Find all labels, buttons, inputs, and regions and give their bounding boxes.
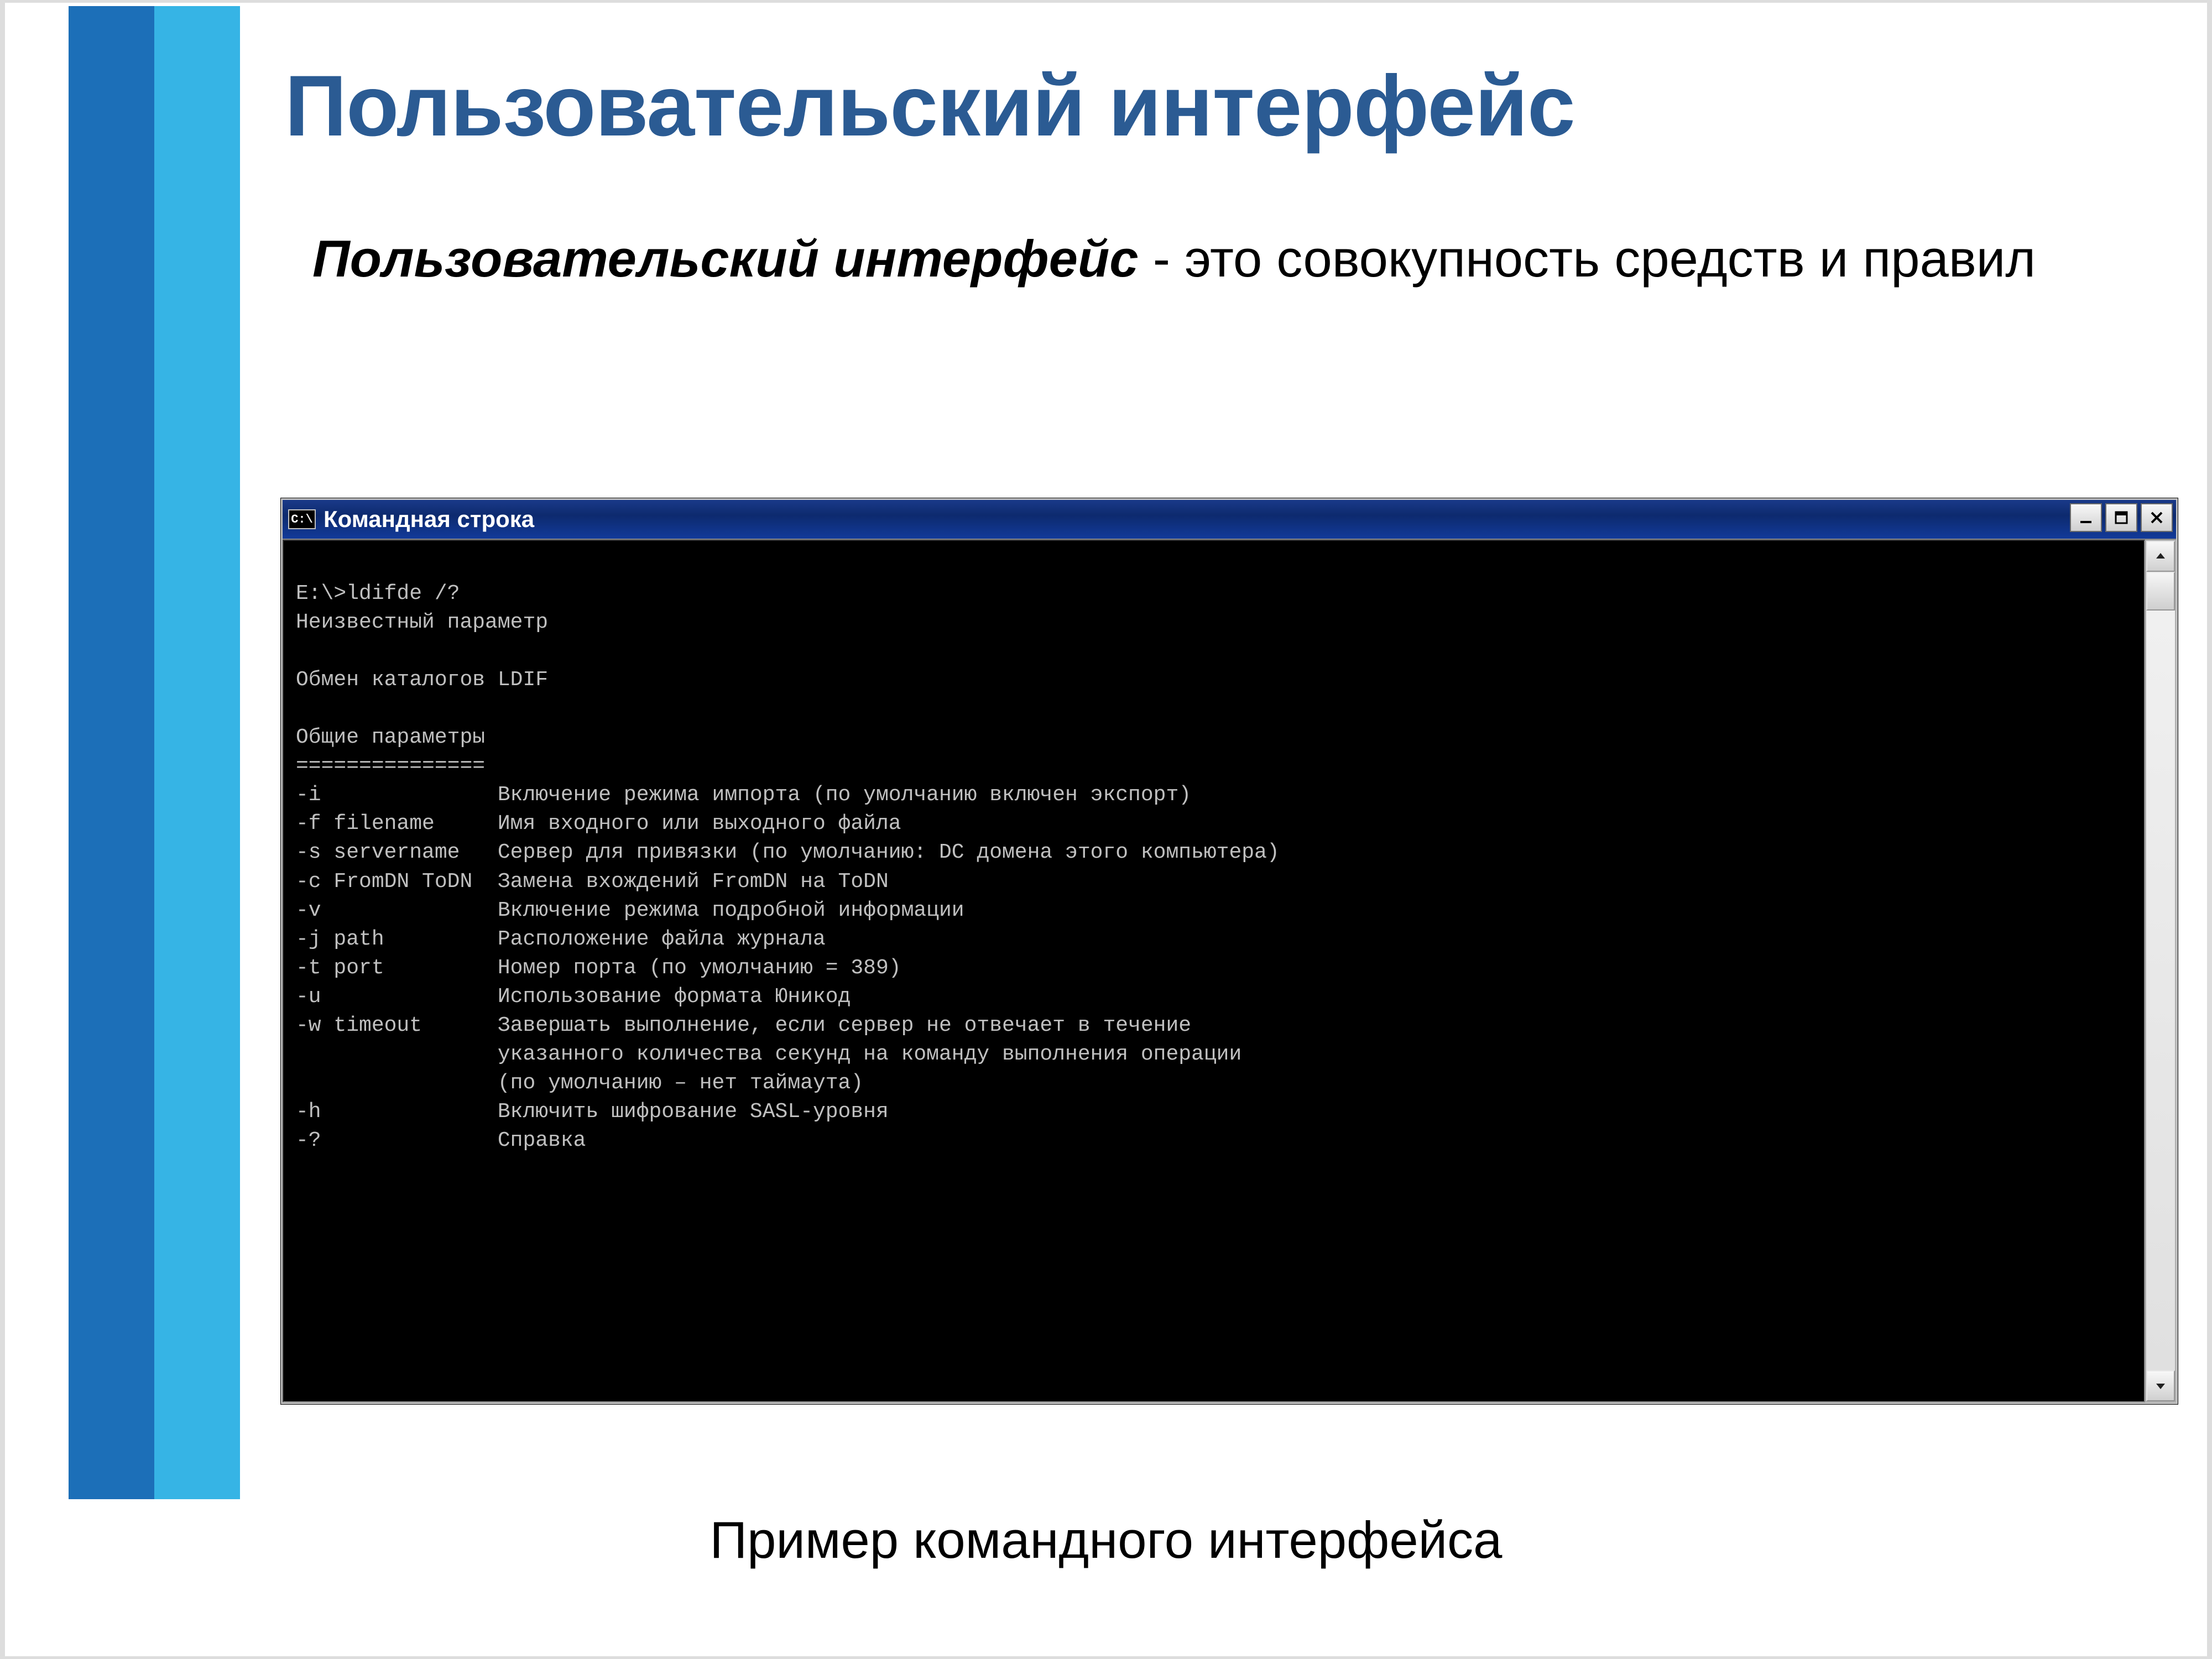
slide: Пользовательский интерфейс Пользовательс… — [8, 6, 2204, 1653]
minimize-button[interactable] — [2070, 503, 2102, 532]
scroll-thumb[interactable] — [2146, 572, 2175, 611]
cmd-body-row: E:\>ldifde /? Неизвестный параметр Обмен… — [283, 539, 2176, 1402]
accent-bars — [69, 6, 240, 1499]
scroll-up-button[interactable] — [2146, 541, 2175, 572]
scroll-track[interactable] — [2146, 611, 2175, 1370]
cmd-output[interactable]: E:\>ldifde /? Неизвестный параметр Обмен… — [283, 540, 2145, 1402]
chevron-down-icon — [2154, 1379, 2167, 1392]
cmd-window-title: Командная строка — [324, 506, 534, 533]
accent-bar-dark — [69, 6, 154, 1499]
scroll-down-button[interactable] — [2146, 1370, 2175, 1401]
cmd-window: C:\ Командная строка E:\>ldifde /? Неизв… — [281, 498, 2178, 1404]
definition-rest: - это совокупность средств и правил — [1139, 229, 2036, 288]
definition-term: Пользовательский интерфейс — [312, 229, 1139, 288]
slide-caption: Пример командного интерфейса — [8, 1510, 2204, 1570]
cmd-icon-text: C:\ — [291, 513, 313, 526]
cmd-app-icon: C:\ — [288, 509, 316, 529]
definition-text: Пользовательский интерфейс - это совокуп… — [285, 224, 2171, 294]
cmd-window-buttons — [2070, 503, 2173, 532]
cmd-scrollbar[interactable] — [2145, 540, 2176, 1402]
maximize-icon — [2114, 510, 2129, 525]
slide-title: Пользовательский интерфейс — [285, 61, 2171, 152]
chevron-up-icon — [2154, 550, 2167, 563]
close-icon — [2149, 510, 2164, 525]
accent-bar-light — [154, 6, 240, 1499]
close-button[interactable] — [2141, 503, 2173, 532]
minimize-icon — [2078, 510, 2094, 525]
content-column: Пользовательский интерфейс Пользовательс… — [285, 61, 2171, 294]
maximize-button[interactable] — [2105, 503, 2137, 532]
cmd-titlebar[interactable]: C:\ Командная строка — [283, 500, 2176, 539]
